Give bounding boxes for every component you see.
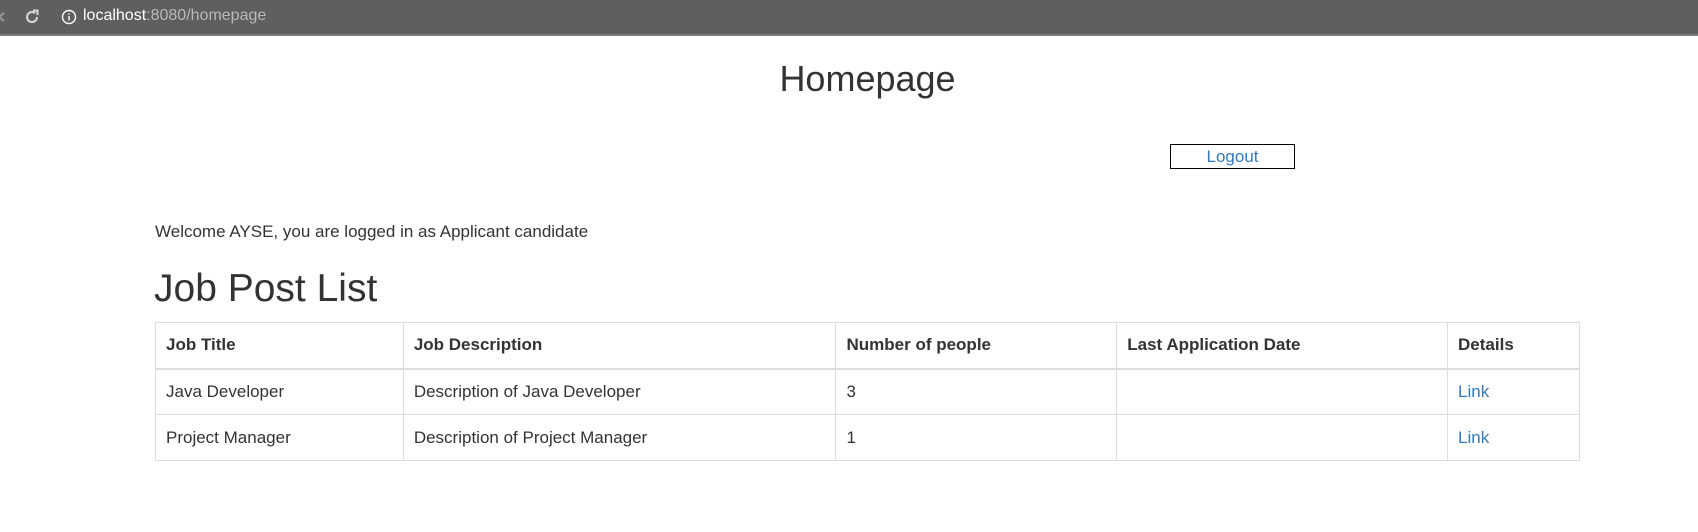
cell-last-application-date	[1116, 414, 1449, 461]
details-link[interactable]: Link	[1458, 428, 1489, 447]
header-last-application-date: Last Application Date	[1116, 322, 1449, 370]
cell-job-description: Description of Java Developer	[402, 368, 837, 415]
header-details: Details	[1447, 322, 1580, 370]
info-icon[interactable]	[61, 9, 77, 25]
cell-details: Link	[1447, 368, 1580, 415]
url-path: :8080/homepage	[146, 7, 267, 24]
table-header-row: Job Title Job Description Number of peop…	[155, 322, 1580, 370]
cell-job-title: Java Developer	[155, 368, 404, 415]
url-host: localhost	[83, 7, 147, 24]
reload-icon[interactable]	[22, 7, 42, 27]
header-number-of-people: Number of people	[835, 322, 1118, 370]
logout-button[interactable]: Logout	[1170, 144, 1295, 169]
back-arrow-icon[interactable]	[0, 11, 8, 23]
cell-number-of-people: 1	[835, 414, 1118, 461]
table-row: Java Developer Description of Java Devel…	[155, 368, 1580, 415]
address-bar[interactable]: localhost:8080/homepage	[83, 7, 266, 25]
cell-last-application-date	[1116, 368, 1449, 415]
header-job-description: Job Description	[402, 322, 837, 370]
table-row: Project Manager Description of Project M…	[155, 414, 1580, 461]
cell-number-of-people: 3	[835, 368, 1118, 415]
cell-details: Link	[1447, 414, 1580, 461]
cell-job-title: Project Manager	[155, 414, 404, 461]
page-title: Homepage	[779, 58, 956, 99]
section-title: Job Post List	[154, 267, 378, 310]
cell-job-description: Description of Project Manager	[402, 414, 837, 461]
details-link[interactable]: Link	[1458, 382, 1489, 401]
browser-toolbar: localhost:8080/homepage	[0, 0, 1698, 36]
welcome-message: Welcome AYSE, you are logged in as Appli…	[155, 222, 589, 241]
job-post-table: Job Title Job Description Number of peop…	[155, 322, 1580, 461]
header-job-title: Job Title	[155, 322, 404, 370]
